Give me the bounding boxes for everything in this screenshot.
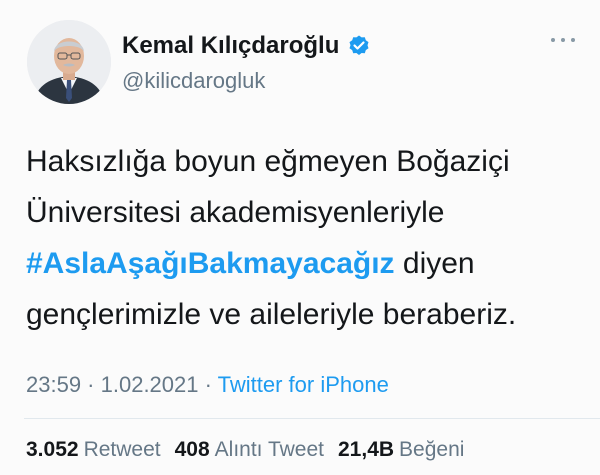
tweet-time[interactable]: 23:59 bbox=[26, 372, 81, 397]
hashtag-link[interactable]: #AslaAşağıBakmayacağız bbox=[26, 247, 395, 280]
more-options-icon[interactable] bbox=[545, 30, 581, 50]
quote-tweets-stat[interactable]: 408 Alıntı Tweet bbox=[175, 438, 324, 462]
tweet-text: Haksızlığa boyun eğmeyen Boğaziçi Üniver… bbox=[26, 136, 586, 340]
tweet-meta: 23:59 · 1.02.2021 · Twitter for iPhone bbox=[26, 372, 389, 398]
meta-separator: · bbox=[81, 372, 101, 397]
retweets-stat[interactable]: 3.052 Retweet bbox=[26, 438, 161, 462]
tweet-text-line: Üniversitesi akademisyenleriyle bbox=[26, 196, 445, 229]
tweet-source-link[interactable]: Twitter for iPhone bbox=[218, 372, 389, 397]
tweet-date[interactable]: 1.02.2021 bbox=[101, 372, 199, 397]
meta-separator: · bbox=[198, 372, 218, 397]
retweets-count: 3.052 bbox=[26, 438, 79, 461]
author-display-name[interactable]: Kemal Kılıçdaroğlu bbox=[122, 32, 339, 60]
tweet-text-line: gençlerimizle ve aileleriyle beraberiz. bbox=[26, 298, 517, 331]
retweets-label: Retweet bbox=[83, 438, 161, 461]
likes-count: 21,4B bbox=[338, 438, 395, 461]
quote-tweets-label: Alıntı Tweet bbox=[214, 438, 324, 461]
likes-stat[interactable]: 21,4B Beğeni bbox=[338, 438, 464, 462]
author-name-row: Kemal Kılıçdaroğlu bbox=[122, 32, 371, 60]
avatar[interactable] bbox=[27, 20, 111, 104]
tweet-text-line: Haksızlığa boyun eğmeyen Boğaziçi bbox=[26, 145, 510, 178]
avatar-photo bbox=[27, 20, 111, 104]
tweet-text-line: #AslaAşağıBakmayacağız diyen bbox=[26, 238, 586, 289]
tweet-card: Kemal Kılıçdaroğlu @kilicdarogluk Haksız… bbox=[0, 0, 600, 475]
tweet-text-fragment: diyen bbox=[394, 247, 475, 280]
likes-label: Beğeni bbox=[399, 438, 465, 461]
verified-badge-icon bbox=[347, 34, 371, 58]
author-handle[interactable]: @kilicdarogluk bbox=[122, 68, 265, 94]
tweet-stats: 3.052 Retweet 408 Alıntı Tweet 21,4B Beğeni bbox=[26, 438, 464, 462]
quote-tweets-count: 408 bbox=[174, 438, 210, 461]
divider bbox=[24, 418, 600, 419]
